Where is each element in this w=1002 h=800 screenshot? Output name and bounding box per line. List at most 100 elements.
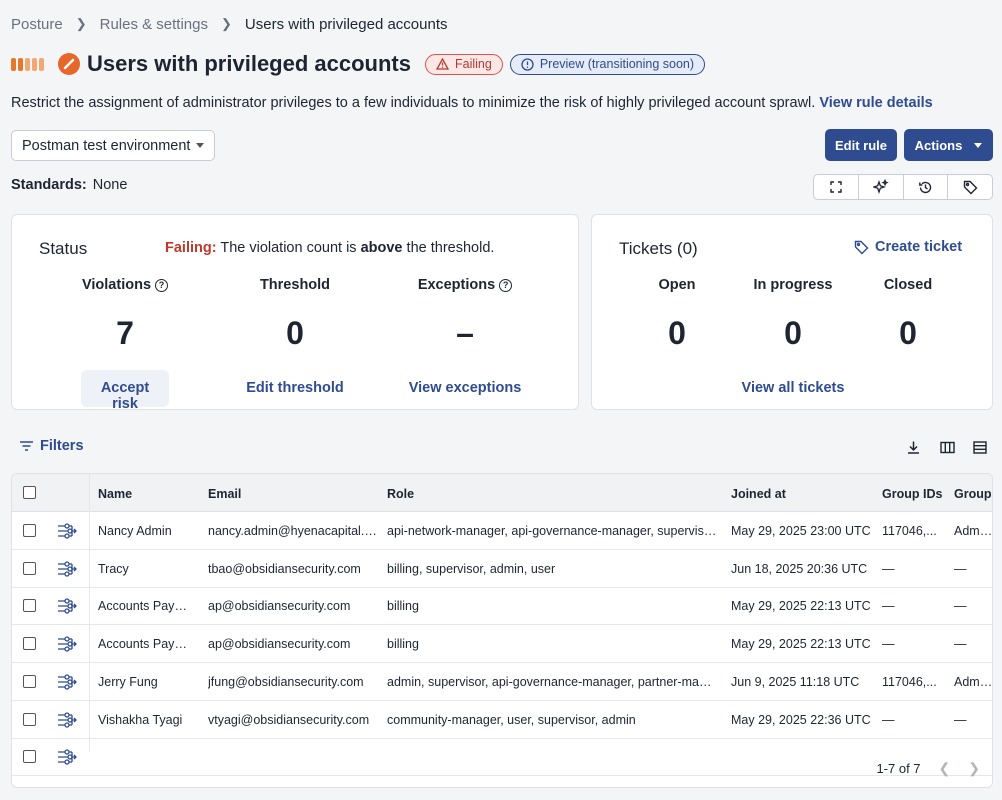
users-table: Name Email Role Joined at Group IDs Grou… — [11, 473, 993, 788]
table-row[interactable]: Nancy Admin nancy.admin@hyenacapital.net a… — [12, 512, 992, 550]
row-details-icon[interactable] — [57, 598, 77, 617]
edit-threshold-link[interactable]: Edit threshold — [225, 380, 365, 396]
header-joined-at[interactable]: Joined at — [731, 487, 786, 501]
history-icon[interactable] — [904, 175, 949, 199]
cell-email: ap@obsidiansecurity.com — [208, 637, 351, 652]
breadcrumb: Posture ❯ Rules & settings ❯ Users with … — [11, 14, 448, 34]
row-details-icon[interactable] — [57, 711, 77, 731]
cell-name: Accounts Payable — [98, 637, 193, 652]
cell-role: api-network-manager, api-governance-mana… — [387, 524, 717, 538]
caret-down-icon — [196, 143, 204, 148]
actions-button[interactable]: Actions — [904, 129, 993, 161]
caret-down-icon — [974, 142, 983, 148]
cell-role: billing — [387, 637, 419, 652]
row-checkbox[interactable] — [23, 674, 36, 688]
filter-icon — [20, 441, 33, 451]
cell-email: nancy.admin@hyenacapital.net — [208, 524, 378, 538]
page-title: Users with privileged accounts — [87, 51, 411, 76]
header-name[interactable]: Name — [98, 487, 132, 501]
exceptions-value: – — [456, 315, 474, 351]
header-role[interactable]: Role — [387, 487, 414, 501]
cell-role: community-manager, user, supervisor, adm… — [387, 712, 636, 727]
row-details-icon[interactable] — [57, 674, 77, 693]
row-checkbox[interactable] — [23, 599, 36, 613]
threshold-value: 0 — [286, 315, 304, 351]
closed-value: 0 — [899, 315, 917, 351]
header-email[interactable]: Email — [208, 487, 241, 501]
row-checkbox[interactable] — [23, 750, 36, 764]
exceptions-label: Exceptions? — [405, 277, 525, 293]
table-row[interactable]: Accounts Payable ap@obsidiansecurity.com b… — [12, 587, 992, 626]
table-row[interactable]: Vishakha Tyagi vtyagi@obsidiansecurity.co… — [12, 701, 992, 739]
table-row[interactable] — [12, 738, 992, 777]
filters-button[interactable]: Filters — [19, 438, 84, 454]
row-checkbox[interactable] — [23, 524, 36, 537]
cell-group-ids: — — [882, 599, 895, 614]
severity-bars-icon — [11, 57, 44, 71]
tickets-title: Tickets (0) — [619, 239, 698, 258]
status-title: Status — [39, 239, 88, 258]
cell-joined-at: May 29, 2025 23:00 UTC — [731, 524, 871, 538]
in-progress-label: In progress — [753, 277, 833, 293]
breadcrumb-posture[interactable]: Posture — [11, 16, 63, 33]
status-message: Failing: The violation count is above th… — [165, 240, 495, 256]
density-icon[interactable] — [973, 441, 987, 457]
columns-icon[interactable] — [940, 441, 955, 457]
cell-role: billing, supervisor, admin, user — [387, 561, 556, 576]
view-all-tickets-link[interactable]: View all tickets — [713, 380, 873, 396]
environment-select[interactable]: Postman test environment — [11, 130, 215, 161]
cell-role: billing — [387, 599, 419, 614]
row-checkbox[interactable] — [23, 712, 36, 726]
in-progress-value: 0 — [784, 315, 802, 351]
cell-joined-at: Jun 18, 2025 20:36 UTC — [731, 561, 868, 576]
edit-rule-button[interactable]: Edit rule — [825, 129, 897, 161]
row-details-icon[interactable] — [57, 561, 77, 580]
cell-group-names: — — [954, 561, 967, 576]
cell-email: tbao@obsidiansecurity.com — [208, 561, 361, 576]
header-group-ids[interactable]: Group IDs — [882, 487, 942, 501]
accept-risk-button[interactable]: Accept risk — [81, 370, 169, 412]
cell-group-names: — — [954, 599, 967, 614]
cell-group-ids: — — [882, 637, 895, 652]
table-row[interactable]: Accounts Payable ap@obsidiansecurity.com b… — [12, 625, 992, 664]
select-all-checkbox[interactable] — [23, 486, 36, 499]
open-value: 0 — [668, 315, 686, 351]
download-icon[interactable] — [906, 440, 921, 458]
cell-name: Accounts Payable — [98, 599, 193, 614]
view-exceptions-link[interactable]: View exceptions — [395, 380, 535, 396]
cell-name: Jerry Fung — [98, 674, 158, 689]
postman-logo-icon — [58, 53, 80, 75]
open-label: Open — [658, 277, 696, 293]
breadcrumb-current: Users with privileged accounts — [244, 15, 448, 33]
preview-badge: Preview (transitioning soon) — [509, 53, 706, 75]
toolbar — [813, 174, 993, 200]
table-row[interactable]: Tracy tbao@obsidiansecurity.com billing, s… — [12, 550, 992, 588]
cell-group-ids: 117046,... — [882, 674, 937, 689]
ai-sparkle-icon[interactable] — [859, 175, 904, 199]
failing-badge: Failing — [424, 53, 503, 75]
row-checkbox[interactable] — [23, 561, 36, 575]
header-group-names[interactable]: Group N — [954, 487, 992, 501]
tag-icon[interactable] — [948, 175, 992, 199]
row-checkbox[interactable] — [23, 637, 36, 651]
chevron-right-icon: ❯ — [75, 16, 87, 31]
create-ticket-link[interactable]: Create ticket — [854, 239, 962, 255]
chevron-right-icon[interactable]: ❯ — [968, 760, 980, 777]
table-row[interactable]: Jerry Fung jfung@obsidiansecurity.com admi… — [12, 663, 992, 701]
cell-name: Nancy Admin — [98, 524, 172, 538]
cell-email: jfung@obsidiansecurity.com — [208, 674, 364, 689]
breadcrumb-rules-settings[interactable]: Rules & settings — [100, 16, 208, 33]
view-rule-details-link[interactable]: View rule details — [819, 95, 932, 111]
title-row: Users with privileged accounts Failing P… — [11, 50, 712, 78]
chevron-left-icon[interactable]: ❮ — [939, 760, 951, 777]
row-details-icon[interactable] — [57, 523, 77, 542]
cell-joined-at: May 29, 2025 22:13 UTC — [731, 599, 871, 614]
standards-label: Standards: — [11, 177, 87, 193]
environment-value: Postman test environment — [22, 137, 191, 154]
row-details-icon[interactable] — [57, 636, 77, 655]
row-details-icon[interactable] — [57, 749, 77, 768]
cell-email: vtyagi@obsidiansecurity.com — [208, 712, 370, 727]
expand-icon[interactable] — [814, 175, 859, 199]
cell-group-names: — — [954, 637, 967, 652]
cell-name: Tracy — [98, 561, 129, 576]
